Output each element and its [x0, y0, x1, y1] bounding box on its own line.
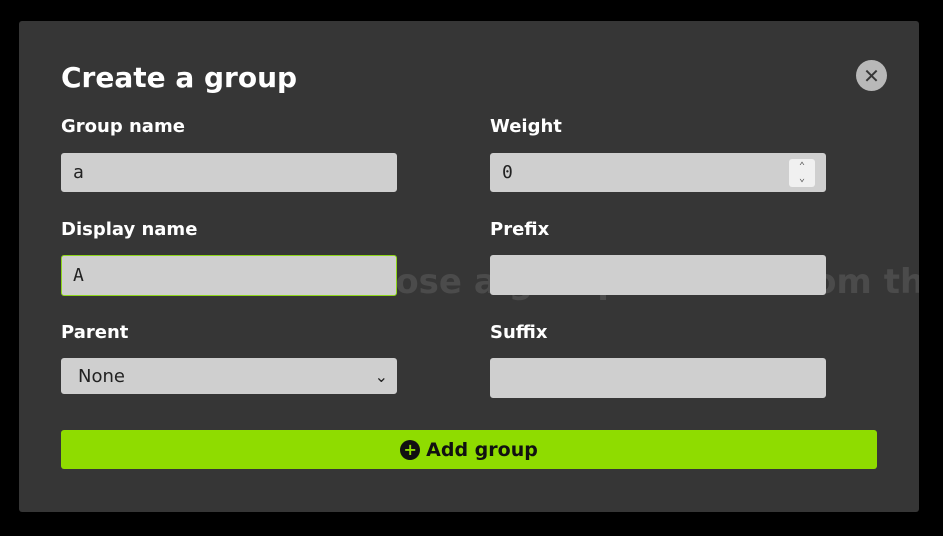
- suffix-label: Suffix: [490, 322, 548, 343]
- parent-selected-value: None: [78, 365, 125, 387]
- spinner-up-icon[interactable]: ⌃: [799, 161, 805, 173]
- suffix-input[interactable]: [490, 358, 826, 398]
- plus-circle-icon: +: [400, 439, 421, 460]
- add-group-label: Add group: [426, 438, 538, 461]
- prefix-input[interactable]: [490, 255, 826, 295]
- display-name-label: Display name: [61, 219, 198, 240]
- chevron-down-icon: ⌄: [374, 366, 388, 386]
- weight-label: Weight: [490, 116, 562, 137]
- modal-title: Create a group: [61, 61, 298, 94]
- create-group-modal: ← Choose a group or user from the s Crea…: [19, 21, 919, 512]
- spinner-down-icon[interactable]: ⌄: [799, 173, 805, 185]
- add-group-button[interactable]: + Add group: [61, 430, 877, 469]
- weight-spinner[interactable]: ⌃ ⌄: [789, 159, 815, 187]
- parent-select[interactable]: None ⌄: [61, 358, 397, 394]
- prefix-label: Prefix: [490, 219, 550, 240]
- close-button[interactable]: ✕: [856, 60, 887, 91]
- close-icon: ✕: [863, 63, 880, 88]
- display-name-value: A: [73, 265, 84, 286]
- weight-value: 0: [502, 162, 513, 183]
- parent-label: Parent: [61, 322, 129, 343]
- display-name-input[interactable]: A: [61, 255, 397, 296]
- weight-input[interactable]: 0 ⌃ ⌄: [490, 153, 826, 192]
- group-name-input[interactable]: a: [61, 153, 397, 192]
- group-name-label: Group name: [61, 116, 185, 137]
- group-name-value: a: [73, 162, 84, 183]
